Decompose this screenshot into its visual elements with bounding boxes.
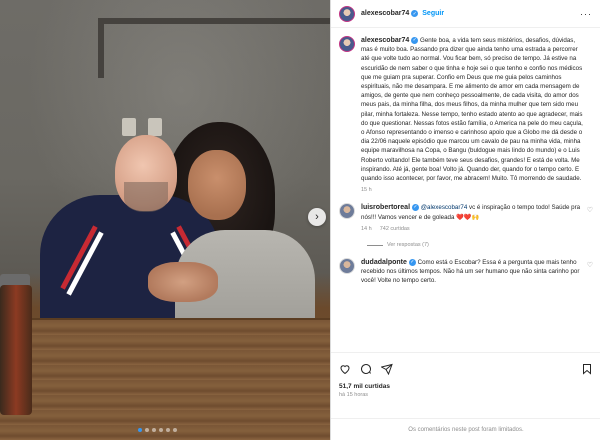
- wall-outlet: [122, 118, 136, 136]
- action-icons: [339, 361, 593, 377]
- commenter-username[interactable]: luisrobertoreal: [361, 204, 410, 211]
- verified-badge-icon: ✓: [411, 36, 419, 44]
- commenter-username[interactable]: dudadalponte: [361, 259, 407, 266]
- wooden-table: [0, 318, 330, 440]
- commenter-avatar[interactable]: [339, 203, 355, 220]
- caption-time: 15 h: [361, 187, 372, 194]
- comment-time: 14 h: [361, 225, 372, 232]
- comment-like-icon[interactable]: ♡: [587, 206, 593, 214]
- comment-meta: 14 h 742 curtidas: [361, 225, 583, 234]
- comment-likes[interactable]: 742 curtidas: [380, 225, 410, 234]
- carousel-dots: [138, 428, 177, 432]
- post-sidebar: alexescobar74 ✓ Seguir ··· alexescobar74…: [330, 0, 600, 440]
- post-header: alexescobar74 ✓ Seguir ···: [331, 0, 600, 28]
- chevron-right-icon: ›: [315, 211, 319, 223]
- wall-frame: [98, 18, 330, 78]
- carousel-next-button[interactable]: ›: [308, 208, 326, 226]
- more-options-icon[interactable]: ···: [580, 9, 592, 19]
- commenter-avatar[interactable]: [339, 258, 355, 275]
- comments-scroll[interactable]: alexescobar74 ✓ Gente boa, a vida tem seu…: [331, 28, 600, 350]
- caption-body: alexescobar74 ✓ Gente boa, a vida tem seu…: [361, 36, 593, 195]
- follow-button[interactable]: Seguir: [422, 10, 444, 17]
- joined-hands: [148, 262, 218, 302]
- likes-count[interactable]: 51,7 mil curtidas: [339, 383, 593, 390]
- carousel-dot[interactable]: [145, 428, 149, 432]
- comments-limited-notice: Os comentários neste post foram limitado…: [331, 418, 600, 440]
- post-time: há 15 horas: [339, 392, 369, 398]
- comment-body: dudadalponte ✓ Como está o Escobar? Essa …: [361, 258, 593, 286]
- author-avatar[interactable]: [339, 5, 355, 22]
- comment-like-icon[interactable]: ♡: [587, 261, 593, 269]
- comment-icon[interactable]: [360, 363, 372, 375]
- verified-badge-icon: ✓: [411, 10, 419, 17]
- post-photo[interactable]: ›: [0, 0, 330, 440]
- carousel-dot[interactable]: [173, 428, 177, 432]
- carousel-dot[interactable]: [138, 428, 142, 432]
- verified-badge-icon: ✓: [408, 258, 416, 266]
- view-replies-label: Ver respostas (7): [387, 242, 429, 249]
- share-icon[interactable]: [381, 363, 393, 375]
- caption-avatar[interactable]: [339, 36, 355, 52]
- man-beard: [124, 182, 168, 212]
- caption: alexescobar74 ✓ Gente boa, a vida tem seu…: [339, 36, 593, 195]
- jar: [0, 285, 32, 415]
- comment-item: dudadalponte ✓ Como está o Escobar? Essa …: [339, 258, 593, 286]
- heart-icon[interactable]: [339, 363, 351, 375]
- carousel-dot[interactable]: [159, 428, 163, 432]
- woman-face: [188, 150, 246, 220]
- wall-outlet: [148, 118, 162, 136]
- replies-divider: [367, 244, 383, 246]
- view-replies-button[interactable]: Ver respostas (7): [367, 242, 593, 248]
- carousel-dot[interactable]: [166, 428, 170, 432]
- carousel-dot[interactable]: [152, 428, 156, 432]
- caption-meta: 15 h: [361, 186, 583, 195]
- post-actions: 51,7 mil curtidas há 15 horas: [331, 352, 600, 398]
- verified-badge-icon: ✓: [412, 204, 420, 212]
- author-username[interactable]: alexescobar74: [361, 10, 409, 17]
- comment-body: luisrobertoreal ✓ @alexescobar74 vc é ins…: [361, 203, 593, 234]
- comment-mention[interactable]: @alexescobar74: [421, 204, 468, 211]
- comment-item: luisrobertoreal ✓ @alexescobar74 vc é ins…: [339, 203, 593, 234]
- caption-username[interactable]: alexescobar74: [361, 37, 409, 44]
- bookmark-icon[interactable]: [581, 363, 593, 375]
- caption-text: Gente boa, a vida tem seus mistérios, de…: [361, 37, 583, 183]
